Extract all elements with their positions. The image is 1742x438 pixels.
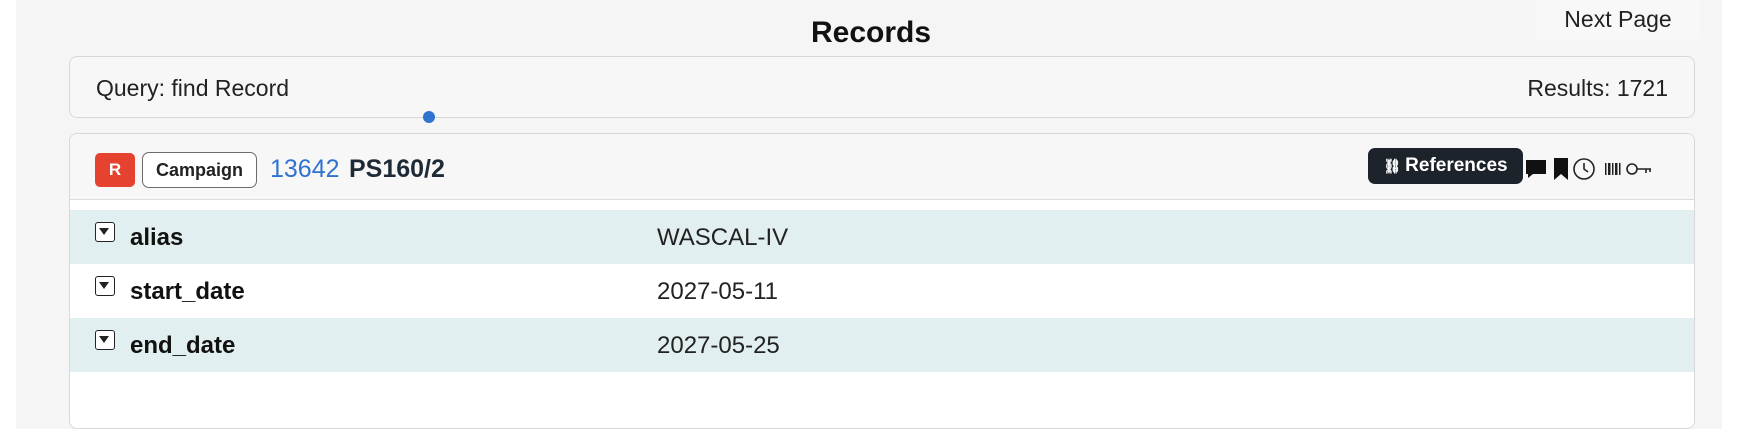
comment-icon[interactable] [1524,156,1548,182]
chevron-down-icon[interactable] [95,222,115,242]
property-row: end_date 2027-05-25 [70,318,1694,372]
query-text: Query: find Record [96,75,290,101]
record-id-link[interactable]: 13642 [270,152,340,186]
barcode-icon[interactable] [1604,156,1622,182]
references-label: References [1405,155,1508,176]
record-header: R Campaign 13642 PS160/2 ⛓ References [70,134,1694,200]
record-badge: R [95,153,135,187]
resize-handle[interactable] [423,111,435,123]
chevron-down-icon[interactable] [95,276,115,296]
record-name: PS160/2 [349,155,445,183]
bookmark-icon[interactable] [1552,156,1570,182]
property-key: start_date [130,278,245,305]
property-value: WASCAL-IV [657,224,789,251]
chevron-down-icon[interactable] [95,330,115,350]
property-value: 2027-05-11 [657,278,778,305]
record-card: R Campaign 13642 PS160/2 ⛓ References ali… [69,133,1695,429]
references-button[interactable]: ⛓ References [1368,148,1523,184]
property-key: alias [130,224,184,251]
page-title: Records [810,16,932,49]
results-count: Results: 1721 [1527,75,1668,101]
link-icon: ⛓ [1383,158,1402,174]
property-value: 2027-05-25 [657,332,780,359]
query-bar: Query: find Record Results: 1721 [69,56,1695,118]
history-icon[interactable] [1572,156,1596,182]
property-row: alias WASCAL-IV [70,210,1694,264]
property-key: end_date [130,332,236,359]
record-type-badge: Campaign [142,152,258,188]
next-page-button[interactable]: Next Page [1536,0,1700,40]
key-icon[interactable] [1626,156,1652,182]
property-row: start_date 2027-05-11 [70,264,1694,318]
